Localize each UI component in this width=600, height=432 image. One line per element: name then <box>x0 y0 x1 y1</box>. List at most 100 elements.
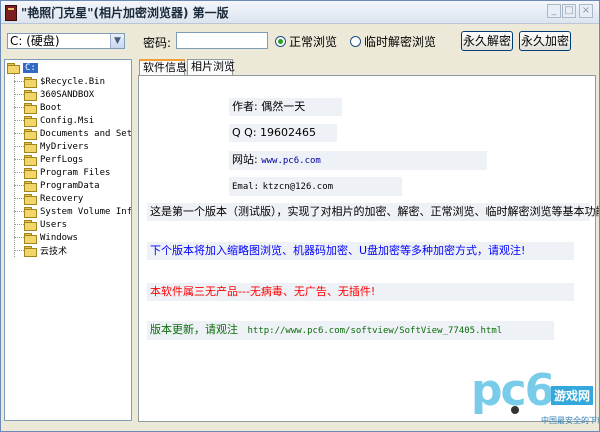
folder-tree[interactable]: C: $Recycle.Bin 360SANDBOX Boot Config.Msi D… <box>4 59 132 421</box>
radio-unselected-icon[interactable] <box>350 36 361 47</box>
tree-connector <box>14 172 24 173</box>
tab-photo-browse[interactable]: 相片浏览 <box>187 59 235 75</box>
tree-connector <box>14 73 15 257</box>
tree-item[interactable]: 云技术 <box>24 244 67 257</box>
tree-item-label: System Volume Info <box>40 206 132 217</box>
tab-software-info[interactable]: 软件信息 <box>139 59 187 76</box>
pc6-watermark: pc6 游戏网 中国最安全的下载站 <box>471 368 599 430</box>
chevron-down-icon[interactable]: ▼ <box>110 34 124 48</box>
folder-icon <box>24 232 37 244</box>
tree-connector <box>14 107 24 108</box>
tree-item[interactable]: Users <box>24 218 67 231</box>
tree-item-label: ProgramData <box>40 180 100 191</box>
tree-item-label: $Recycle.Bin <box>40 76 106 87</box>
email-value: ktzcn@126.com <box>262 182 334 192</box>
folder-icon <box>24 115 37 127</box>
tree-item[interactable]: System Volume Info <box>24 205 132 218</box>
radio-normal-label: 正常浏览 <box>289 35 338 49</box>
title-bar[interactable]: "艳照门克星"(相片加密浏览器) 第一版 _ □ × <box>1 1 599 24</box>
no-malware-text: 本软件属三无产品---无病毒、无广告、无插件! <box>150 285 376 298</box>
site-line: 网站: www.pc6.com <box>229 151 487 170</box>
permanent-decrypt-button[interactable]: 永久解密 <box>461 31 513 51</box>
tree-connector <box>14 237 24 238</box>
folder-icon <box>24 154 37 166</box>
logo-dot-icon <box>511 406 519 414</box>
update-link[interactable]: http://www.pc6.com/softview/SoftView_774… <box>248 326 503 336</box>
tree-item[interactable]: 360SANDBOX <box>24 88 94 101</box>
tree-item-label: 360SANDBOX <box>40 89 95 100</box>
radio-temp-label: 临时解密浏览 <box>364 35 437 49</box>
radio-selected-icon[interactable] <box>275 36 286 47</box>
watermark-badge: 游戏网 <box>551 386 594 405</box>
tree-item-label: Config.Msi <box>40 115 95 126</box>
folder-icon <box>24 206 37 218</box>
author-text: 作者: 偶然一天 <box>232 100 306 113</box>
radio-normal-browse[interactable]: 正常浏览 <box>275 33 337 50</box>
tree-item[interactable]: Boot <box>24 101 62 114</box>
next-version-line: 下个版本将加入缩略图浏览、机器码加密、U盘加密等多种加密方式，请观注! <box>147 242 574 260</box>
folder-icon <box>24 180 37 192</box>
tree-item[interactable]: Windows <box>24 231 78 244</box>
tree-item-label: PerfLogs <box>40 154 84 165</box>
tree-item-label: 云技术 <box>40 247 68 257</box>
email-label: Emal: <box>232 182 260 192</box>
password-input[interactable] <box>176 32 268 49</box>
folder-icon <box>24 76 37 88</box>
tree-connector <box>14 185 24 186</box>
folder-icon <box>24 219 37 231</box>
app-window: "艳照门克星"(相片加密浏览器) 第一版 _ □ × C: (硬盘) ▼ 密码:… <box>0 0 600 432</box>
tree-connector <box>14 120 24 121</box>
tree-item-label: Program Files <box>40 167 111 178</box>
tree-connector <box>14 211 24 212</box>
next-version-text: 下个版本将加入缩略图浏览、机器码加密、U盘加密等多种加密方式，请观注! <box>150 244 526 257</box>
author-line: 作者: 偶然一天 <box>229 98 342 116</box>
tree-item-label: Boot <box>40 102 62 113</box>
folder-icon <box>24 102 37 114</box>
password-label: 密码: <box>143 36 172 50</box>
update-label: 版本更新，请观注 <box>150 323 238 336</box>
tree-connector <box>14 250 24 251</box>
tree-item[interactable]: Recovery <box>24 192 83 205</box>
email-line: Emal: ktzcn@126.com <box>229 177 402 196</box>
minimize-button[interactable]: _ <box>547 4 561 18</box>
no-malware-line: 本软件属三无产品---无病毒、无广告、无插件! <box>147 283 574 301</box>
site-link[interactable]: www.pc6.com <box>261 156 321 166</box>
tree-item[interactable]: Config.Msi <box>24 114 94 127</box>
update-line: 版本更新，请观注 http://www.pc6.com/softview/Sof… <box>147 321 554 340</box>
tree-item[interactable]: ProgramData <box>24 179 100 192</box>
qq-value: 19602465 <box>260 126 317 139</box>
drive-value: C: (硬盘) <box>10 34 60 48</box>
drive-dropdown[interactable]: C: (硬盘) ▼ <box>7 33 125 49</box>
folder-icon <box>24 128 37 140</box>
tree-item[interactable]: Documents and Sett <box>24 127 131 140</box>
permanent-encrypt-button[interactable]: 永久加密 <box>519 31 571 51</box>
folder-icon <box>24 89 37 101</box>
tree-connector <box>14 224 24 225</box>
tree-item-label: Recovery <box>40 193 84 204</box>
site-label: 网站: <box>232 153 258 166</box>
tree-root-label: C: <box>23 62 38 73</box>
maximize-button[interactable]: □ <box>562 4 576 18</box>
tree-item[interactable]: Program Files <box>24 166 110 179</box>
watermark-subtitle: 中国最安全的下载站 <box>541 416 599 425</box>
tree-item[interactable]: $Recycle.Bin <box>24 75 105 88</box>
tree-connector <box>14 198 24 199</box>
tree-connector <box>14 94 24 95</box>
tree-item-label: MyDrivers <box>40 141 89 152</box>
radio-temp-decrypt[interactable]: 临时解密浏览 <box>350 33 436 50</box>
tree-connector <box>14 159 24 160</box>
tree-connector <box>14 146 24 147</box>
qq-line: Q Q: 19602465 <box>229 124 337 142</box>
tree-item[interactable]: PerfLogs <box>24 153 83 166</box>
qq-label: Q Q: <box>232 126 257 139</box>
folder-icon <box>24 141 37 153</box>
tree-connector <box>14 81 24 82</box>
window-title: "艳照门克星"(相片加密浏览器) 第一版 <box>21 6 229 20</box>
tree-item[interactable]: MyDrivers <box>24 140 89 153</box>
version-line: 这是第一个版本（测试版），实现了对相片的加密、解密、正常浏览、临时解密浏览等基本… <box>147 203 599 221</box>
tree-connector <box>14 133 24 134</box>
close-button[interactable]: × <box>579 4 593 18</box>
app-icon <box>5 5 17 21</box>
folder-icon <box>24 193 37 205</box>
tree-root[interactable]: C: <box>7 61 38 74</box>
